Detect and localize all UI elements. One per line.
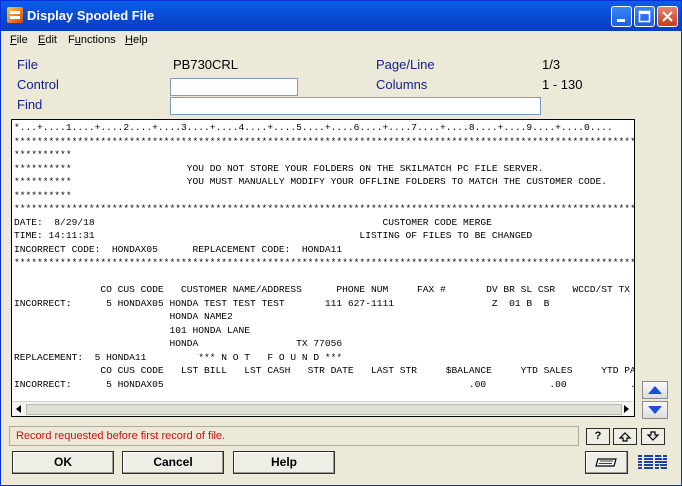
spool-viewer[interactable]: *...+....1....+....2....+....3....+....4… [11, 119, 635, 417]
title-bar[interactable]: Display Spooled File [1, 1, 681, 31]
spool-line: ****************************************… [14, 257, 635, 268]
column-ruler: *...+....1....+....2....+....3....+....4… [14, 122, 613, 133]
spool-line: ********** [14, 189, 72, 201]
page-down-icon [648, 406, 662, 414]
columns-value: 1 - 130 [542, 77, 583, 92]
spool-line: ****************************************… [14, 135, 635, 147]
ibm-logo [637, 455, 669, 469]
find-label: Find [17, 97, 43, 112]
control-label: Control [17, 77, 59, 92]
spool-line: ********** [14, 149, 72, 160]
window-title: Display Spooled File [27, 8, 155, 23]
menu-functions[interactable]: Functions [68, 34, 116, 46]
question-button[interactable]: ? [586, 428, 610, 445]
spool-line: INCORRECT CODE: HONDAX05 REPLACEMENT COD… [14, 243, 343, 255]
spool-line: ********** YOU MUST MANUALLY MODIFY YOUR… [14, 176, 607, 187]
top-icon [618, 432, 632, 442]
spool-line: INCORRECT: 5 HONDAX05 HONDA TEST TEST TE… [14, 297, 550, 309]
minimize-icon [617, 19, 625, 22]
status-message: Record requested before first record of … [16, 430, 226, 442]
file-value: PB730CRL [173, 57, 239, 72]
spool-line: TIME: 14:11:31 LISTING OF FILES TO BE CH… [14, 230, 533, 241]
status-bar: Record requested before first record of … [9, 426, 579, 446]
scroll-thumb[interactable] [26, 404, 622, 415]
pageline-label: Page/Line [376, 57, 435, 72]
page-down-button[interactable] [642, 401, 668, 419]
spool-line: HONDA NAME2 [14, 311, 233, 322]
maximize-button[interactable] [634, 6, 655, 27]
help-button[interactable]: Help [233, 451, 335, 474]
page-up-button[interactable] [642, 381, 668, 399]
close-icon [662, 11, 673, 22]
top-button[interactable] [613, 428, 637, 445]
columns-label: Columns [376, 77, 428, 92]
cancel-button[interactable]: Cancel [122, 451, 224, 474]
spool-line: HONDA TX 77056 [14, 338, 343, 349]
close-button[interactable] [657, 6, 678, 27]
spool-line: INCORRECT: 5 HONDAX05 .00 .00 .00 [14, 378, 635, 390]
spool-line: REPLACEMENT: 5 HONDA11 *** N O T F O U N… [14, 351, 343, 363]
spool-line: 101 HONDA LANE [14, 324, 251, 336]
page-up-icon [648, 386, 662, 394]
scroll-right-icon[interactable] [620, 403, 632, 415]
spool-line: ********** YOU DO NOT STORE YOUR FOLDERS… [14, 162, 544, 174]
spooled-file-window: Display Spooled File File Edit Functions… [0, 0, 682, 486]
horizontal-scrollbar[interactable] [12, 401, 634, 416]
minimize-button[interactable] [611, 6, 632, 27]
pageline-value: 1/3 [542, 57, 561, 72]
bottom-icon [646, 431, 660, 441]
spool-app-icon [7, 7, 23, 23]
bottom-button[interactable] [641, 428, 665, 445]
control-input[interactable] [170, 78, 298, 96]
print-button[interactable] [585, 451, 628, 474]
spool-line: DATE: 8/29/18 CUSTOMER CODE MERGE [14, 216, 492, 228]
menu-bar: File Edit Functions Help [1, 31, 681, 51]
menu-help[interactable]: Help [125, 34, 148, 46]
spool-line: CO CUS CODE LST BILL LST CASH STR DATE L… [14, 365, 635, 376]
spool-line: ****************************************… [14, 203, 635, 214]
find-input[interactable] [170, 97, 541, 115]
print-icon [594, 458, 617, 467]
spool-content: *...+....1....+....2....+....3....+....4… [14, 121, 635, 391]
menu-edit[interactable]: Edit [38, 34, 57, 46]
ok-button[interactable]: OK [12, 451, 114, 474]
maximize-icon [638, 10, 651, 23]
file-label: File [17, 57, 38, 72]
menu-file[interactable]: File [10, 34, 28, 46]
scroll-left-icon[interactable] [13, 403, 25, 415]
spool-line: CO CUS CODE CUSTOMER NAME/ADDRESS PHONE … [14, 284, 635, 295]
